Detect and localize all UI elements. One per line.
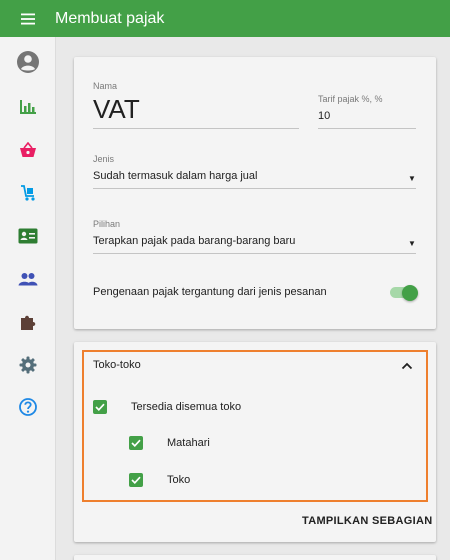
name-label: Nama [93, 81, 118, 91]
order-type-toggle-label: Pengenaan pajak tergantung dari jenis pe… [93, 286, 327, 298]
help-icon [19, 398, 37, 416]
show-partial-button[interactable]: TAMPILKAN SEBAGIAN [302, 515, 432, 527]
caret-down-icon: ▼ [408, 174, 416, 183]
sidebar-item-reports[interactable] [0, 89, 56, 125]
sidebar-item-account[interactable] [0, 44, 56, 80]
basket-icon [20, 142, 36, 157]
name-underline [93, 128, 299, 129]
option-value: Terapkan pajak pada barang-barang baru [93, 235, 296, 247]
sidebar [0, 37, 56, 560]
sidebar-item-inventory[interactable] [0, 175, 56, 211]
rate-input[interactable]: 10 [318, 110, 330, 122]
sidebar-item-help[interactable] [0, 389, 56, 425]
type-value: Sudah termasuk dalam harga jual [93, 170, 258, 182]
option-underline [93, 253, 416, 254]
toggle-thumb [402, 285, 418, 301]
app-bar: Membuat pajak [0, 0, 450, 37]
cart-icon [21, 185, 35, 201]
caret-down-icon: ▼ [408, 239, 416, 248]
people-icon [18, 273, 38, 286]
page-title: Membuat pajak [55, 9, 165, 27]
tax-form-card: Nama VAT Tarif pajak %, % 10 Jenis Sudah… [74, 57, 436, 329]
bar-chart-icon [20, 100, 36, 114]
contact-card-icon [18, 228, 38, 244]
sidebar-item-settings[interactable] [0, 347, 56, 383]
next-card [74, 555, 436, 560]
sidebar-item-customers[interactable] [0, 218, 56, 254]
type-underline [93, 188, 416, 189]
account-circle-icon [17, 51, 39, 73]
rate-underline [318, 128, 416, 129]
sidebar-item-employees[interactable] [0, 261, 56, 297]
highlight-box [82, 350, 428, 502]
sidebar-item-integrations[interactable] [0, 304, 56, 340]
gear-icon [19, 356, 37, 374]
type-label: Jenis [93, 154, 115, 164]
name-input[interactable]: VAT [93, 94, 140, 125]
option-label: Pilihan [93, 219, 121, 229]
menu-icon[interactable] [0, 0, 56, 37]
rate-label: Tarif pajak %, % [318, 94, 383, 104]
puzzle-icon [21, 315, 36, 330]
sidebar-item-sales[interactable] [0, 132, 56, 168]
